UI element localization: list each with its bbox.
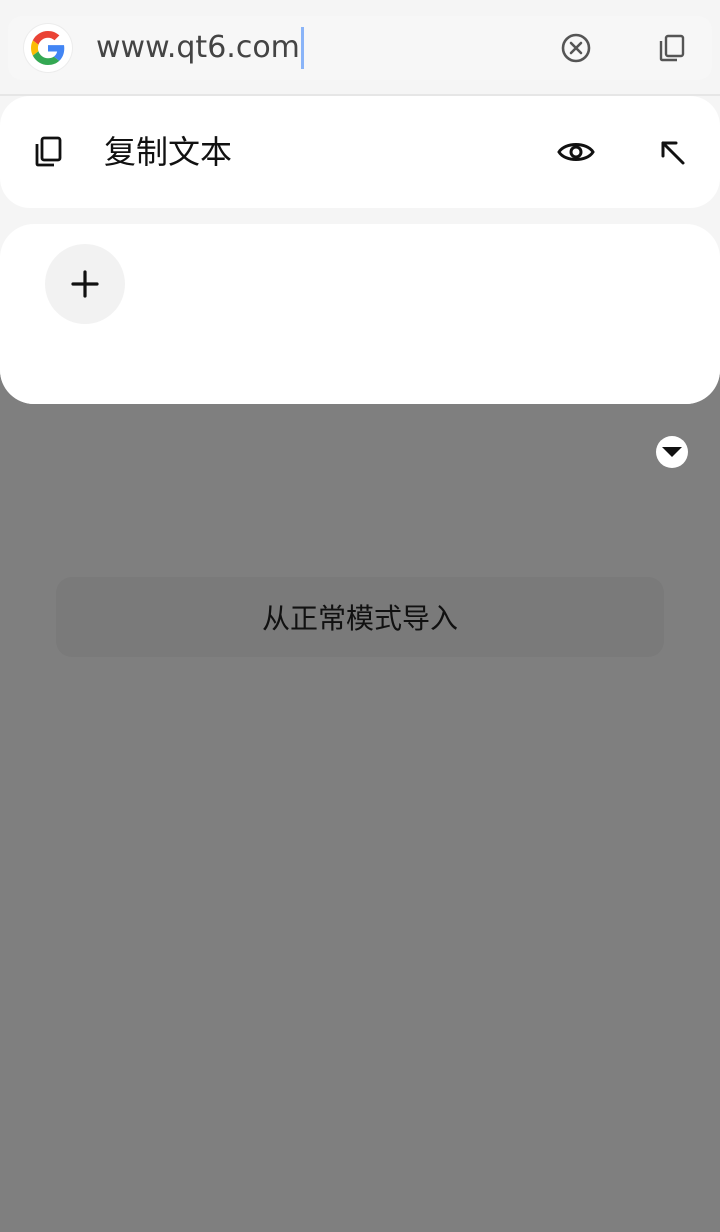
url-text: www.qt6.com: [96, 30, 300, 65]
top-panel: www.qt6.com 复制文本: [0, 0, 720, 404]
insert-text-button[interactable]: [648, 128, 696, 176]
copy-text-card[interactable]: 复制文本: [0, 96, 720, 208]
plus-icon: [71, 270, 99, 298]
preview-button[interactable]: [552, 128, 600, 176]
import-from-normal-mode-button[interactable]: 从正常模式导入: [56, 577, 664, 657]
copy-icon: [35, 136, 62, 167]
import-button-label: 从正常模式导入: [261, 602, 458, 635]
copy-icon: [659, 34, 685, 62]
text-caret: [300, 27, 304, 69]
clear-circle-x-icon: [561, 33, 591, 63]
google-icon[interactable]: [24, 24, 72, 72]
clear-url-button[interactable]: [556, 28, 596, 68]
shortcut-card: [0, 224, 720, 404]
collapse-button[interactable]: [656, 436, 688, 468]
url-input[interactable]: www.qt6.com: [96, 16, 304, 80]
address-bar[interactable]: www.qt6.com: [8, 16, 712, 80]
caret-down-circle-icon: [662, 447, 682, 457]
copy-url-button[interactable]: [652, 28, 692, 68]
arrow-up-left-icon: [661, 141, 685, 165]
add-button[interactable]: [45, 244, 125, 324]
eye-icon: [557, 143, 595, 161]
copy-text-button[interactable]: [28, 132, 68, 172]
copy-text-label: 复制文本: [104, 133, 233, 171]
